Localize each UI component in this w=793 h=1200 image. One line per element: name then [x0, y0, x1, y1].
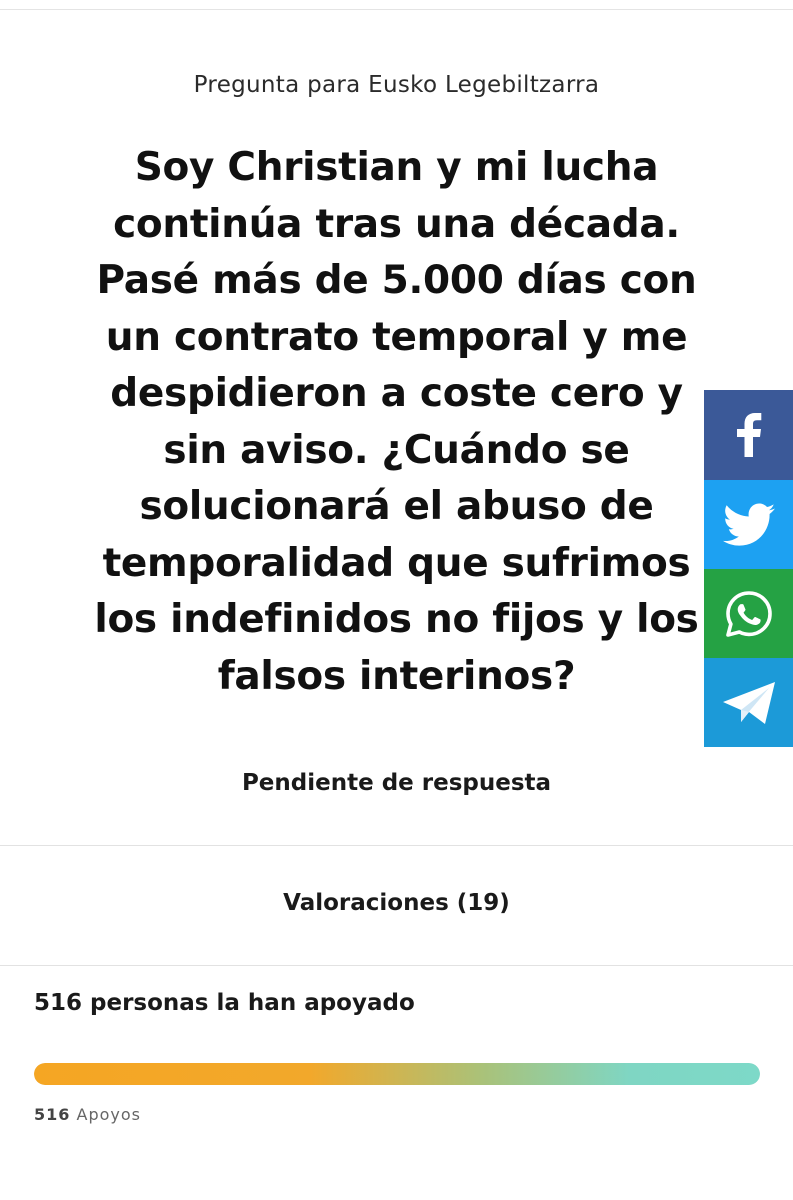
share-bar [704, 390, 793, 747]
question-line: continúa tras una década. [113, 201, 680, 247]
facebook-icon [736, 413, 761, 457]
question-text: Soy Christian y mi lucha continúa tras u… [40, 140, 753, 705]
support-progress-fill [34, 1063, 760, 1085]
support-count: 516 Apoyos [34, 1105, 141, 1124]
twitter-icon [722, 503, 775, 546]
share-twitter-button[interactable] [704, 480, 793, 569]
share-telegram-button[interactable] [704, 658, 793, 747]
question-line: solucionará el abuso de [139, 484, 654, 529]
section-divider [0, 965, 793, 966]
question-line: despidieron a coste cero y [110, 371, 683, 416]
share-whatsapp-button[interactable] [704, 569, 793, 658]
telegram-icon [722, 681, 775, 724]
support-count-number: 516 [34, 1105, 71, 1124]
top-divider [0, 9, 793, 10]
support-count-label: Apoyos [76, 1105, 141, 1124]
support-progress-bar [34, 1063, 760, 1085]
question-recipient: Pregunta para Eusko Legebiltzarra [193, 72, 600, 98]
answer-status: Pendiente de respuesta [241, 770, 552, 796]
whatsapp-icon [725, 590, 772, 637]
ratings-link[interactable]: Valoraciones (19) [0, 890, 793, 916]
question-line: un contrato temporal y me [105, 314, 688, 360]
question-line: falsos interinos? [217, 653, 576, 699]
question-line: los indefinidos no fijos y los [94, 597, 699, 642]
share-facebook-button[interactable] [704, 390, 793, 480]
section-divider [0, 845, 793, 846]
question-line: temporalidad que sufrimos [102, 540, 691, 586]
support-heading: 516 personas la han apoyado [34, 990, 415, 1016]
question-line: sin aviso. ¿Cuándo se [163, 427, 630, 473]
question-line: Pasé más de 5.000 días con [96, 258, 697, 303]
question-line: Soy Christian y mi lucha [134, 145, 659, 190]
